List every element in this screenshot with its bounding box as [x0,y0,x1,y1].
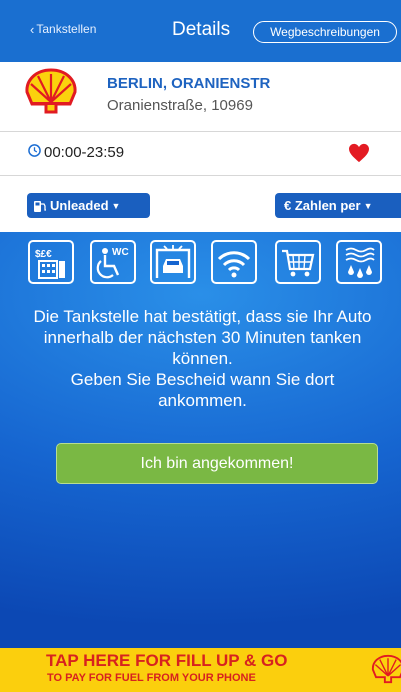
fuel-type-label: Unleaded [50,198,109,213]
banner-subtitle: TO PAY FOR FUEL FROM YOUR PHONE [47,672,256,684]
directions-button[interactable]: Wegbeschreibungen [253,21,397,43]
arrived-button[interactable]: Ich bin angekommen! [56,443,378,484]
fuel-pump-icon [34,200,46,212]
clock-icon [28,144,41,157]
back-label: Tankstellen [36,22,97,36]
payment-label: € Zahlen per [284,198,361,213]
page-title: Details [172,19,231,40]
navigation-bar: ‹ Tankstellen Details Wegbeschreibungen [0,0,401,62]
back-button[interactable]: ‹ Tankstellen [30,22,96,36]
caret-down-icon: ▼ [111,200,121,211]
station-address: Oranienstraße, 10969 [107,97,253,114]
opening-hours: 00:00-23:59 [44,144,125,161]
filter-row: Unleaded ▼ € Zahlen per ▼ [0,176,401,232]
banner-title: TAP HERE FOR FILL UP & GO [46,651,288,670]
status-message: Die Tankstelle hat bestätigt, dass sie I… [30,306,375,411]
opening-hours-row: 00:00-23:59 [0,132,401,176]
accessible-wc-icon: WC [90,240,136,284]
station-header: BERLIN, ORANIENSTR Oranienstraße, 10969 [0,62,401,132]
atm-icon: $£€ [28,240,74,284]
caret-down-icon: ▼ [363,200,373,211]
svg-text:$£€: $£€ [35,249,52,260]
wifi-icon [211,240,257,284]
heart-icon[interactable] [348,143,370,163]
shell-logo [371,654,401,684]
chevron-left-icon: ‹ [30,21,35,37]
station-name: BERLIN, ORANIENSTR [107,75,271,92]
confirmation-text: Die Tankstelle hat bestätigt, dass sie I… [33,307,372,368]
shell-logo [25,68,77,114]
car-wash-icon [150,240,196,284]
svg-text:WC: WC [112,247,129,258]
shop-cart-icon [275,240,321,284]
fill-up-and-go-banner[interactable]: TAP HERE FOR FILL UP & GO TO PAY FOR FUE… [0,648,401,692]
water-icon [336,240,382,284]
fuel-type-dropdown[interactable]: Unleaded ▼ [27,193,150,218]
station-status-panel: $£€ WC Die Tankstelle hat bestätigt, das… [0,232,401,648]
instruction-text: Geben Sie Bescheid wann Sie dort ankomme… [70,370,335,410]
payment-method-dropdown[interactable]: € Zahlen per ▼ [275,193,401,218]
